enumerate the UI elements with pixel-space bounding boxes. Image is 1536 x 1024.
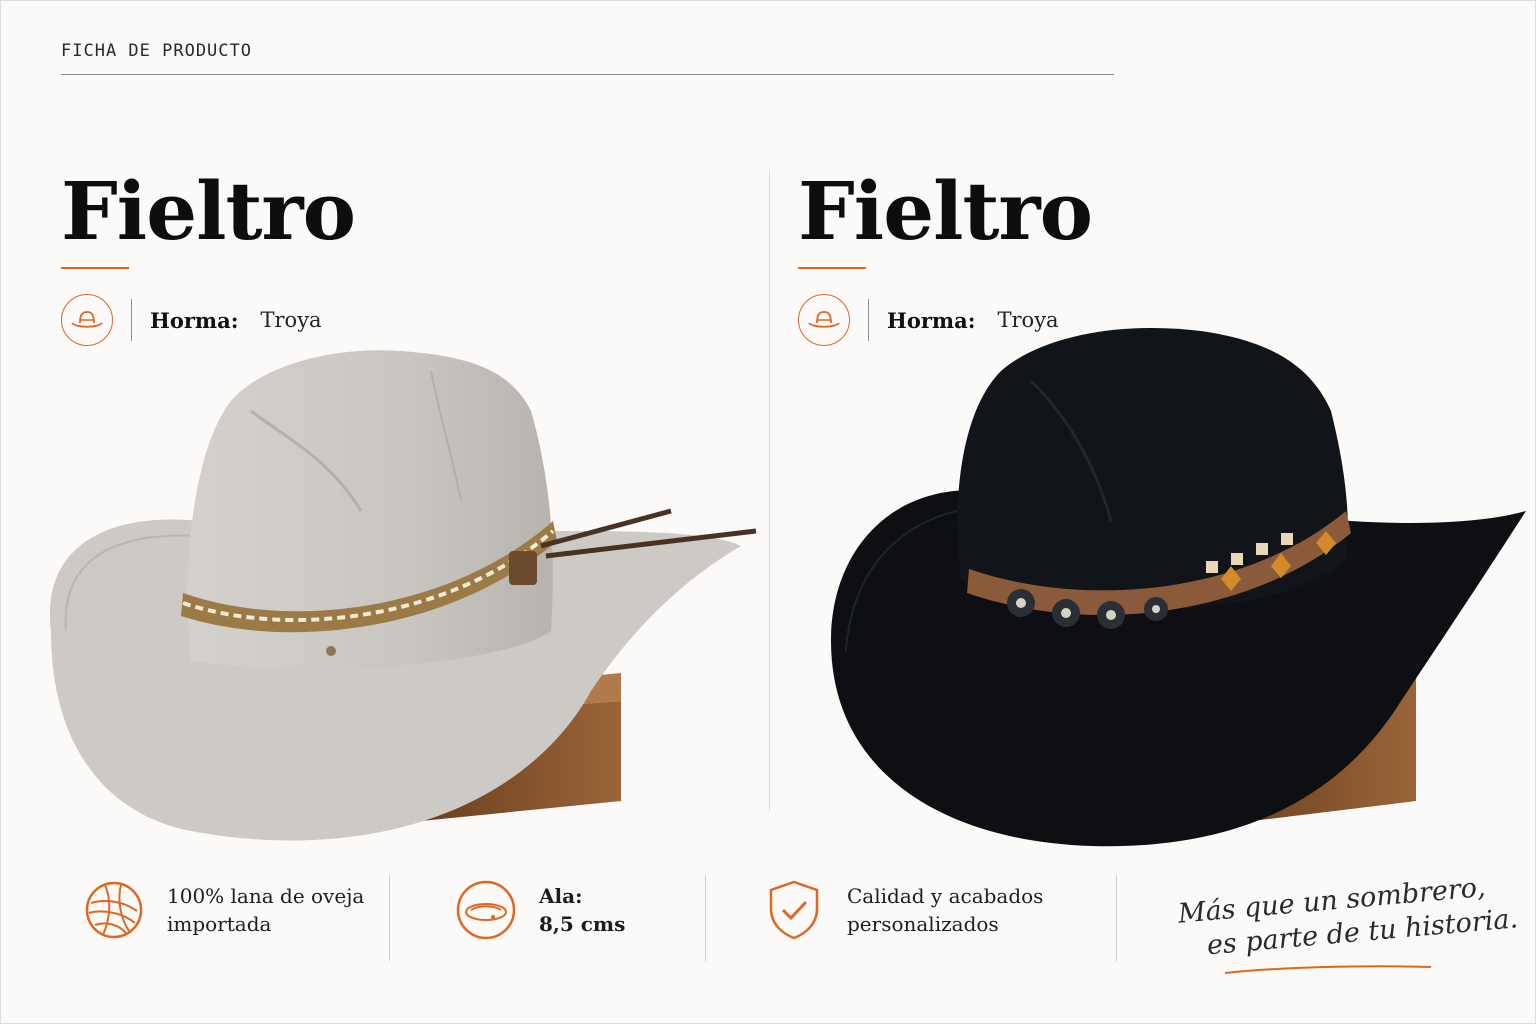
product-title: Fieltro [798, 164, 1093, 258]
title-accent-line [61, 267, 129, 269]
feature-line-2: importada [167, 912, 272, 936]
top-divider [61, 74, 1114, 75]
spec-value: Troya [260, 308, 322, 332]
feature-text: 100% lana de oveja importada [167, 882, 364, 938]
shield-check-icon [769, 880, 819, 940]
feature-text: Calidad y acabados personalizados [847, 882, 1043, 938]
black-hat-image [831, 327, 1526, 847]
product-title: Fieltro [61, 164, 356, 258]
wool-ball-icon [85, 881, 143, 939]
tagline-underline [1224, 965, 1432, 974]
feature-separator [1116, 875, 1117, 961]
feature-text: Ala: 8,5 cms [539, 882, 625, 938]
eyebrow-label: FICHA DE PRODUCTO [61, 41, 252, 61]
feature-separator [389, 875, 390, 961]
feature-line-1: 100% lana de oveja [167, 884, 365, 908]
column-divider [769, 171, 770, 811]
feature-brim: Ala: 8,5 cms [453, 877, 625, 943]
product-panel-right: Fieltro Horma: Troya [798, 151, 1093, 347]
feature-line-2: 8,5 cms [539, 912, 626, 936]
spec-label: Horma: [150, 307, 239, 333]
product-panel-left: Fieltro Horma: Troya [61, 151, 356, 347]
feature-separator [705, 875, 706, 961]
feature-line-2: personalizados [847, 912, 999, 936]
feature-line-1: Ala: [539, 884, 583, 908]
hat-brim-icon [456, 880, 516, 940]
feature-quality: Calidad y acabados personalizados [761, 877, 1043, 943]
title-accent-line [798, 267, 866, 269]
feature-wool: 100% lana de oveja importada [81, 877, 364, 943]
feature-line-1: Calidad y acabados [847, 884, 1044, 908]
product-sheet: FICHA DE PRODUCTO Fieltro Horma: Troya F… [0, 0, 1536, 1024]
light-gray-hat-image [49, 350, 757, 841]
